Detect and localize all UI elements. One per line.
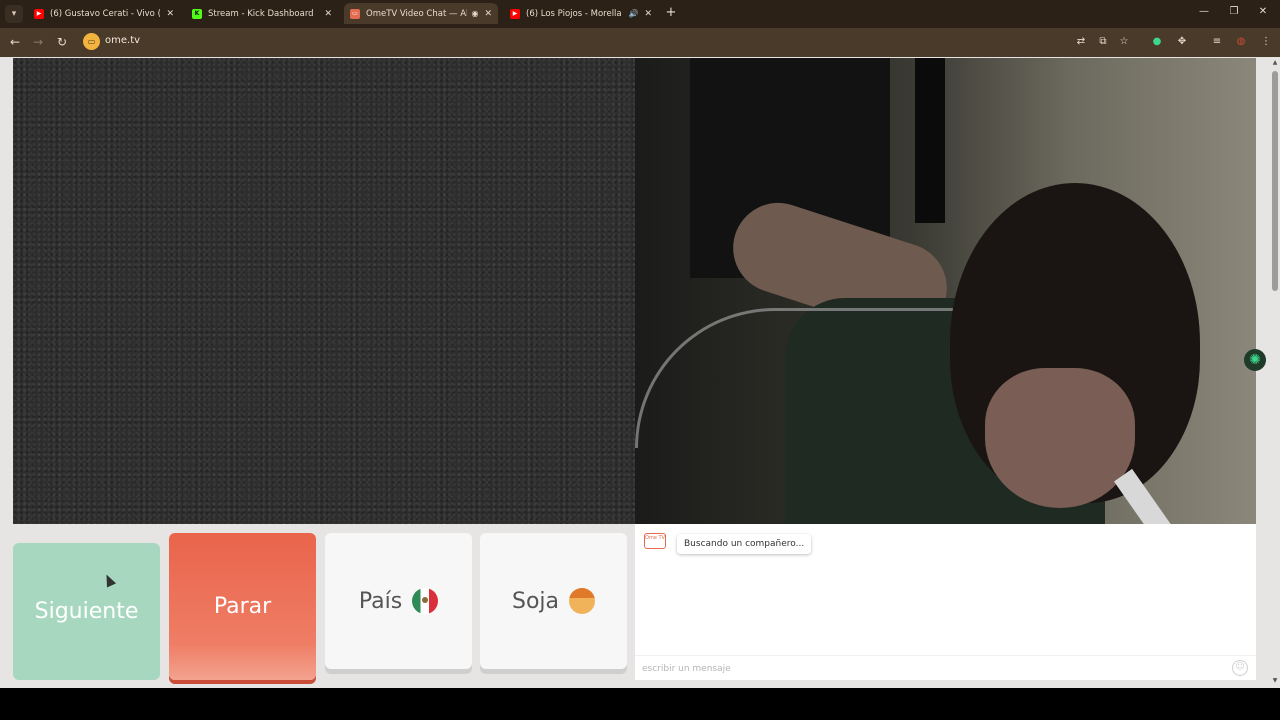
reload-icon[interactable]: ↻ — [54, 34, 70, 50]
minimize-icon[interactable]: — — [1197, 6, 1211, 17]
restore-icon[interactable]: ❐ — [1227, 6, 1241, 17]
browser-window: ▾ ▶ (6) Gustavo Cerati - Vivo (Offici ✕ … — [0, 0, 1280, 688]
stranger-video-static — [13, 58, 635, 524]
new-tab-button[interactable]: + — [664, 5, 678, 21]
mexico-flag-icon — [412, 588, 439, 614]
chat-panel: Ome TV Buscando un compañero... ☺ — [635, 524, 1256, 680]
gender-button-label: Soja — [511, 588, 560, 614]
install-app-icon[interactable]: ⧉ — [1096, 35, 1110, 49]
own-webcam-video — [635, 58, 1256, 524]
tab-title: OmeTV Video Chat — Alte — [366, 8, 468, 19]
tab-title: Stream - Kick Dashboard — [208, 8, 314, 19]
extensions-puzzle-icon[interactable]: ✥ — [1175, 35, 1189, 49]
extension-green-icon[interactable]: ● — [1150, 35, 1164, 49]
menu-kebab-icon[interactable]: ⋮ — [1259, 35, 1273, 49]
ometv-icon: ▭ — [350, 8, 360, 19]
youtube-icon: ▶ — [510, 8, 520, 19]
emoji-picker-icon[interactable]: ☺ — [1232, 660, 1248, 676]
page-scrollbar[interactable]: ▲ ▼ — [1270, 57, 1280, 688]
next-button[interactable]: Siguiente — [13, 543, 160, 680]
next-button-label: Siguiente — [34, 599, 139, 624]
profile-avatar[interactable]: ◍ — [1234, 35, 1248, 49]
recording-icon: ◉ — [471, 9, 479, 18]
close-icon[interactable]: ✕ — [644, 9, 652, 19]
youtube-icon: ▶ — [34, 8, 44, 19]
kick-icon: K — [192, 8, 202, 19]
toolbar: ← → ↻ — [0, 28, 1280, 57]
scroll-thumb[interactable] — [1272, 71, 1278, 291]
boy-face-icon — [569, 588, 596, 614]
close-window-icon[interactable]: ✕ — [1256, 6, 1270, 17]
tab-gustavo-cerati[interactable]: ▶ (6) Gustavo Cerati - Vivo (Offici ✕ — [28, 3, 180, 24]
tab-search-button[interactable]: ▾ — [5, 5, 23, 23]
tab-ometv[interactable]: ▭ OmeTV Video Chat — Alte ◉ ✕ — [344, 3, 498, 24]
forward-icon[interactable]: → — [30, 34, 46, 50]
tab-title: (6) Gustavo Cerati - Vivo (Offici — [50, 8, 160, 19]
chatgpt-extension-icon[interactable]: ✺ — [1244, 349, 1266, 371]
tab-kick-dashboard[interactable]: K Stream - Kick Dashboard ✕ — [186, 3, 338, 24]
ometv-page: Siguiente Parar País Soja Ome TV Buscand… — [0, 57, 1270, 688]
speaker-icon[interactable]: 🔊 — [628, 9, 638, 18]
chat-input-row: ☺ — [635, 655, 1256, 680]
tab-title: (6) Los Piojos - Morella (Co — [526, 8, 624, 19]
ometv-logo: Ome TV — [644, 533, 666, 549]
chat-message-input[interactable] — [642, 661, 1222, 677]
stop-button[interactable]: Parar — [169, 533, 316, 680]
url-text[interactable]: ome.tv — [105, 35, 140, 46]
country-button[interactable]: País — [325, 533, 472, 669]
back-icon[interactable]: ← — [7, 34, 23, 50]
close-icon[interactable]: ✕ — [324, 9, 332, 19]
close-icon[interactable]: ✕ — [166, 9, 174, 19]
bookmark-star-icon[interactable]: ☆ — [1117, 35, 1131, 49]
reading-list-icon[interactable]: ≡ — [1210, 35, 1224, 49]
tab-los-piojos[interactable]: ▶ (6) Los Piojos - Morella (Co 🔊 ✕ — [504, 3, 658, 24]
stop-button-label: Parar — [213, 594, 272, 619]
translate-icon[interactable]: ⇄ — [1074, 35, 1088, 49]
chat-status-message: Buscando un compañero... — [677, 534, 812, 554]
close-icon[interactable]: ✕ — [484, 9, 492, 19]
scroll-up-icon[interactable]: ▲ — [1271, 59, 1279, 67]
scroll-down-icon[interactable]: ▼ — [1271, 677, 1279, 685]
tab-strip: ▾ ▶ (6) Gustavo Cerati - Vivo (Offici ✕ … — [0, 0, 1280, 28]
gender-button[interactable]: Soja — [480, 533, 627, 669]
site-info-icon[interactable]: ▭ — [83, 33, 100, 50]
country-button-label: País — [358, 588, 403, 614]
address-bar[interactable] — [79, 32, 1139, 53]
